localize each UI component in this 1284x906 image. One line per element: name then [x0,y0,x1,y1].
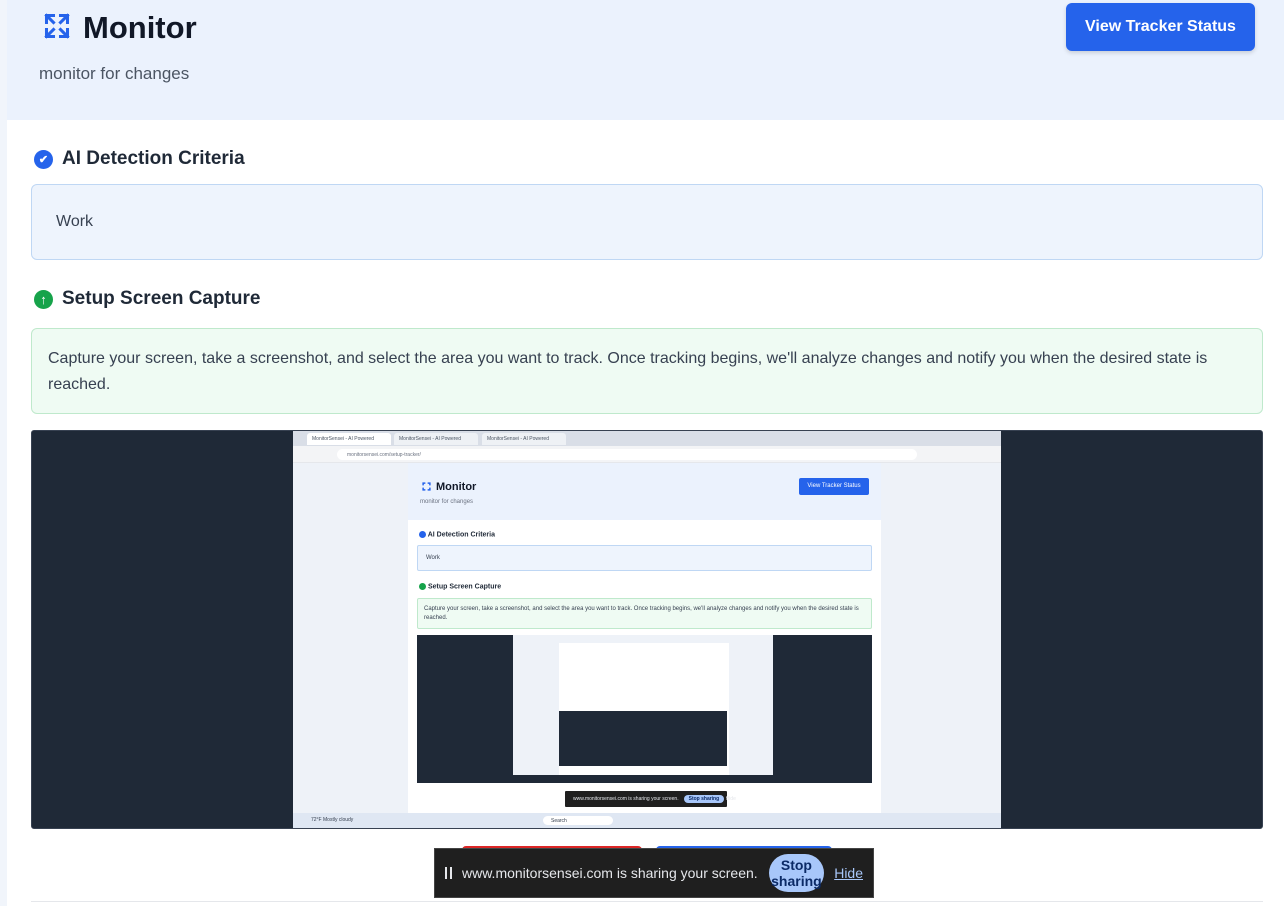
mini-page-body: Monitor monitor for changes View Tracker… [293,463,1001,813]
mini-tracker-button: View Tracker Status [799,478,869,495]
expand-arrows-icon [44,13,70,39]
hide-link[interactable]: Hide [834,865,863,881]
stop-sharing-button[interactable]: Stop sharing [768,854,825,892]
mini-subtitle: monitor for changes [420,499,474,505]
mini-header: Monitor monitor for changes View Tracker… [408,463,881,520]
mini-capture-heading: Setup Screen Capture [419,583,501,590]
screen-capture-preview[interactable]: MonitorSensei - AI Powered MonitorSensei… [31,430,1263,829]
mini-address-bar: monitorsensei.com/setup-tracker/ [293,446,1001,463]
mini-capture-heading-label: Setup Screen Capture [427,583,502,591]
check-circle-icon: ✔ [34,149,53,169]
page-subtitle: monitor for changes [39,64,190,83]
mini-page: Monitor monitor for changes View Tracker… [408,463,881,813]
criteria-heading: ✔ AI Detection Criteria [34,148,245,170]
mini-capture-description: Capture your screen, take a screenshot, … [417,598,872,629]
capture-heading: ↑ Setup Screen Capture [34,288,261,310]
mini-taskbar: 72°F Mostly cloudy Search [293,813,1001,828]
criteria-value-box: Work [31,184,1263,260]
mini-check-icon [419,531,426,538]
main-content: ✔ AI Detection Criteria Work ↑ Setup Scr… [7,120,1284,906]
nested-preview [559,711,727,813]
mini-browser-tabs: MonitorSensei - AI Powered MonitorSensei… [293,431,1001,446]
mini-criteria-box: Work [417,545,872,571]
pause-icon [445,867,452,879]
mini-hide: Hide [725,796,736,802]
mini-expand-icon [422,482,431,491]
page-header: Monitor monitor for changes View Tracker… [7,0,1284,120]
nested-capture [513,635,773,813]
mini-tab: MonitorSensei - AI Powered [307,433,391,445]
screen-share-bar: www.monitorsensei.com is sharing your sc… [434,848,874,898]
capture-description: Capture your screen, take a screenshot, … [31,328,1263,414]
divider [31,901,1263,902]
mini-search: Search [543,816,613,825]
capture-heading-label: Setup Screen Capture [62,288,261,309]
mini-preview [417,635,872,813]
mini-criteria-heading: AI Detection Criteria [419,531,495,538]
arrow-up-circle-icon: ↑ [34,289,53,309]
mini-criteria-heading-label: AI Detection Criteria [427,531,495,539]
mini-share-text: www.monitorsensei.com is sharing your sc… [573,796,679,802]
mini-stop-button: Stop sharing [683,795,725,803]
captured-screen-image: MonitorSensei - AI Powered MonitorSensei… [293,431,1001,828]
share-status-text: www.monitorsensei.com is sharing your sc… [462,865,758,881]
mini-weather: 72°F Mostly cloudy [311,817,354,823]
mini-tab: MonitorSensei - AI Powered [482,433,566,445]
criteria-heading-label: AI Detection Criteria [62,148,245,169]
mini-title: Monitor [436,481,477,493]
mini-url: monitorsensei.com/setup-tracker/ [337,449,917,460]
mini-share-bar: www.monitorsensei.com is sharing your sc… [565,791,736,807]
page-title: Monitor [83,10,197,45]
view-tracker-status-button[interactable]: View Tracker Status [1066,3,1255,51]
mini-tab: MonitorSensei - AI Powered [394,433,478,445]
mini-arrow-icon [419,583,426,590]
